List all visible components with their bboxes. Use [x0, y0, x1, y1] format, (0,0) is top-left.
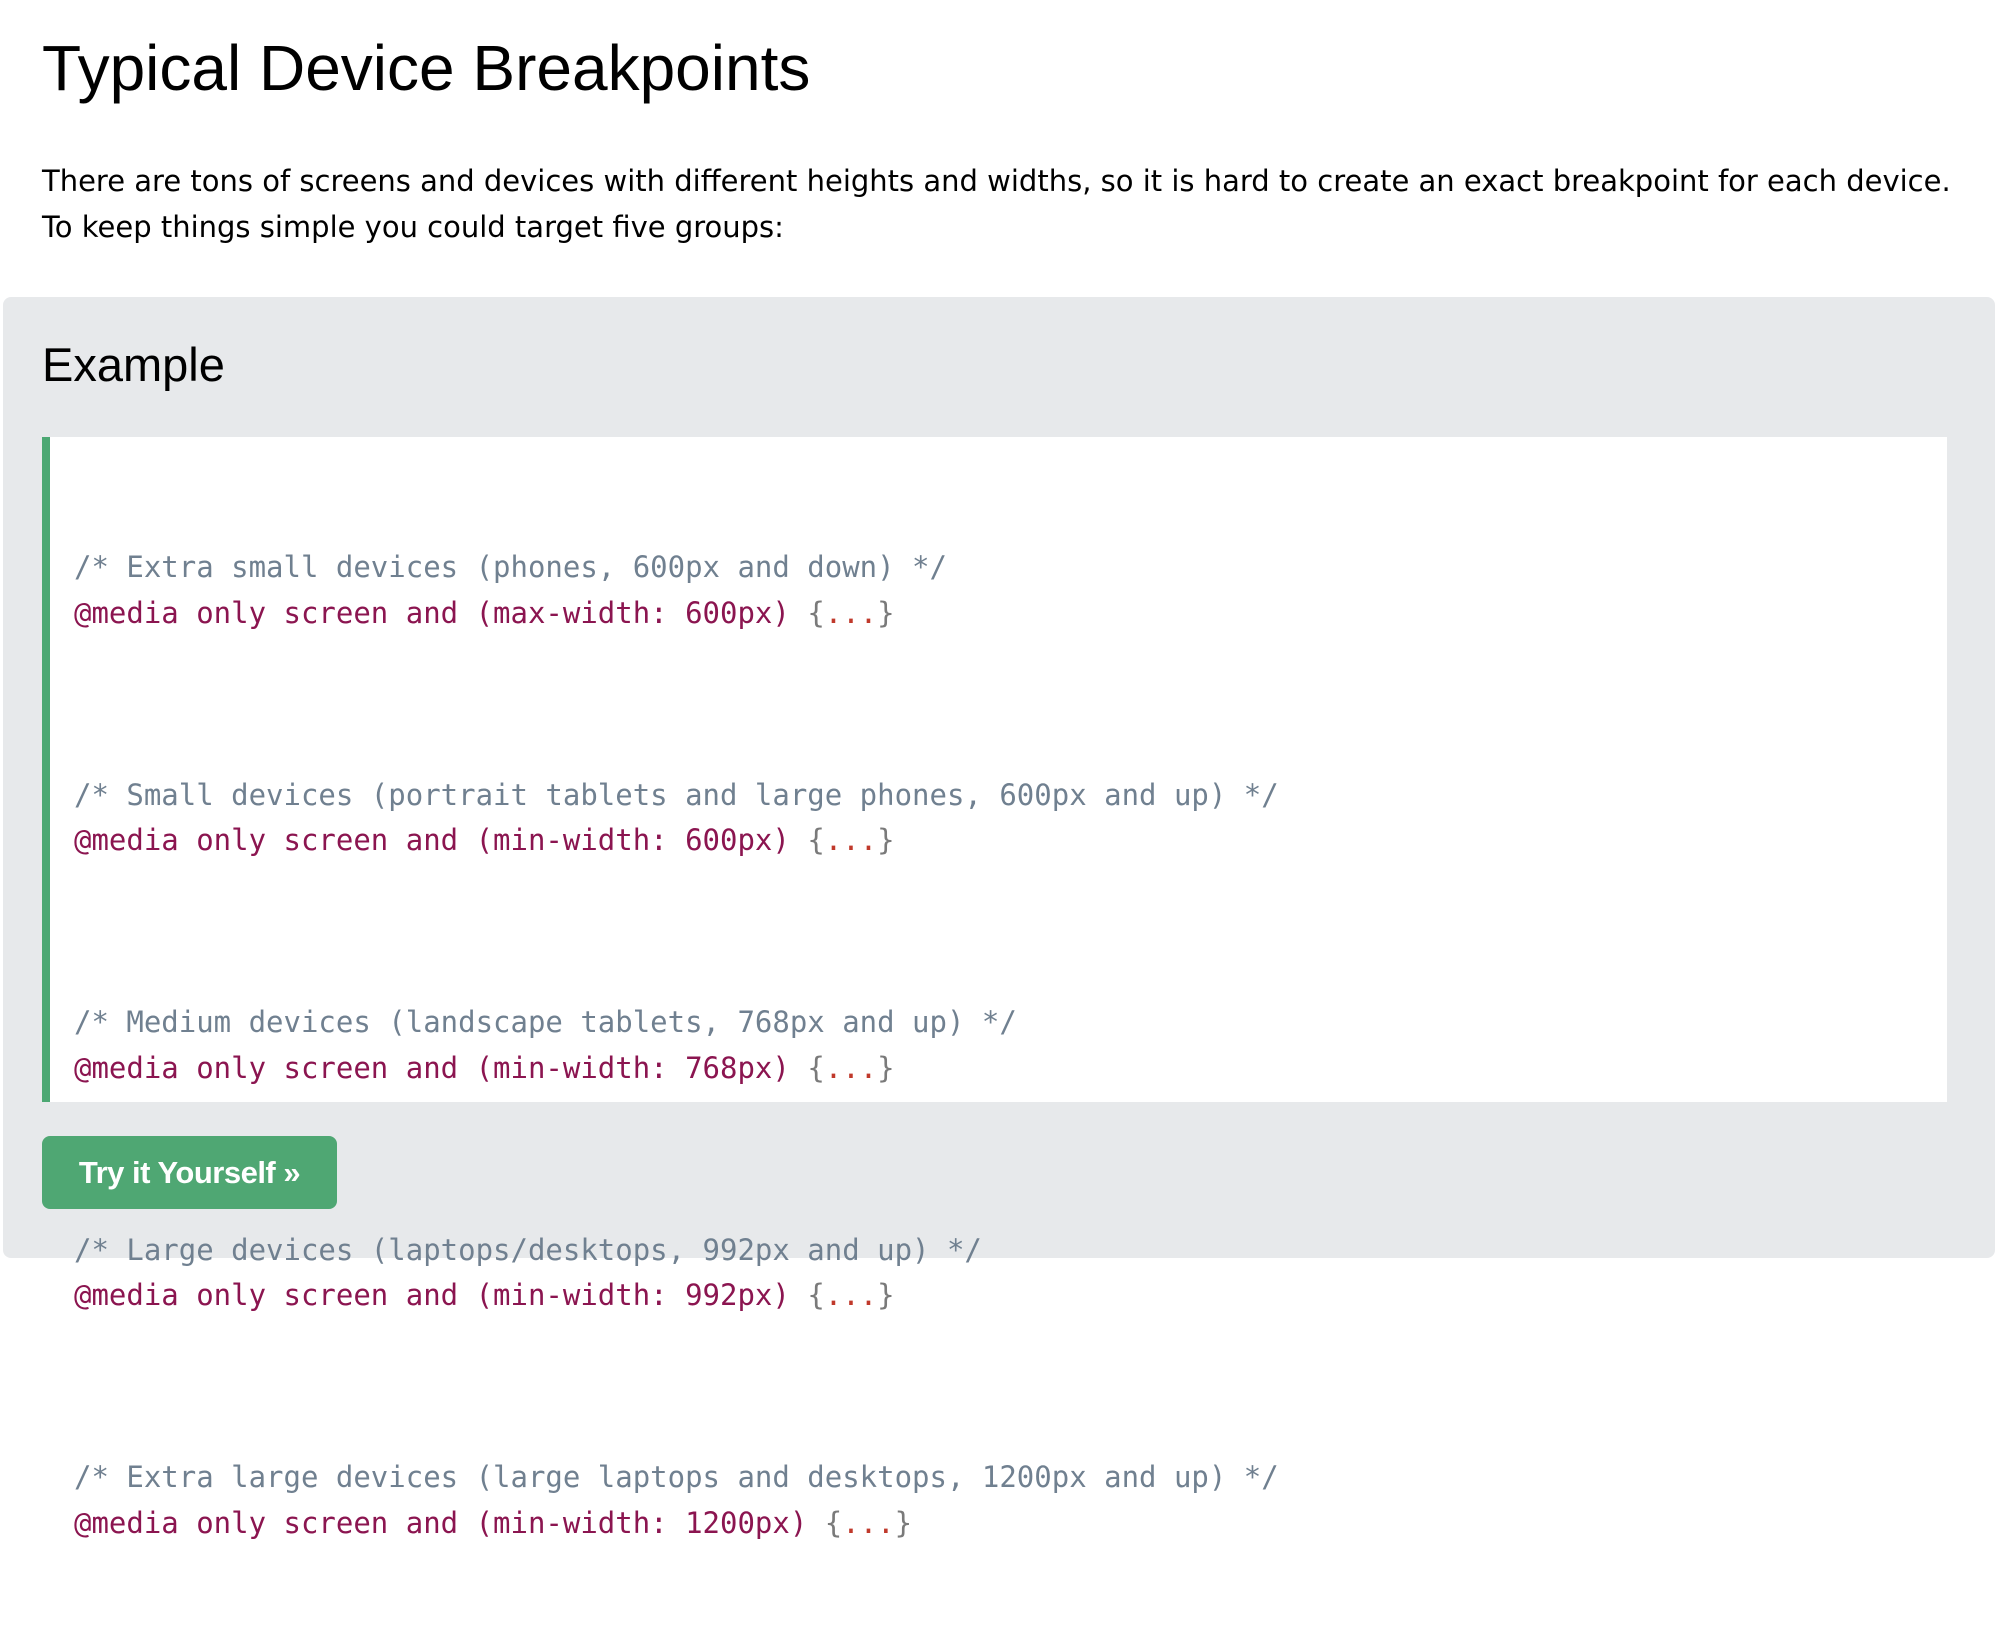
example-box: Example /* Extra small devices (phones, … [3, 297, 1995, 1540]
media-query: @media only screen and (max-width: 600px… [74, 595, 808, 630]
close-brace: } [877, 1278, 895, 1312]
ellipsis: ... [824, 595, 878, 630]
code-comment: /* Medium devices (landscape tablets, 76… [74, 1005, 1017, 1039]
open-brace: { [807, 595, 825, 630]
code-comment: /* Small devices (portrait tablets and l… [74, 777, 1279, 812]
code-comment: /* Extra small devices (phones, 600px an… [74, 550, 947, 584]
code-rule: @media only screen and (min-width: 1200p… [74, 1501, 1947, 1547]
media-query: @media only screen and (min-width: 768px… [74, 1050, 808, 1085]
code-group: /* Large devices (laptops/desktops, 992p… [74, 1228, 1947, 1319]
close-brace: } [877, 595, 895, 630]
ellipsis: ... [824, 823, 878, 857]
open-brace: { [807, 1050, 825, 1085]
open-brace: { [807, 1278, 825, 1312]
open-brace: { [807, 823, 825, 857]
code-group: /* Medium devices (landscape tablets, 76… [74, 1000, 1947, 1091]
code-rule: @media only screen and (min-width: 768px… [74, 1046, 1947, 1092]
code-rule: @media only screen and (min-width: 600px… [74, 818, 1947, 864]
code-comment: /* Large devices (laptops/desktops, 992p… [74, 1232, 982, 1267]
close-brace: } [877, 823, 895, 857]
code-rule: @media only screen and (max-width: 600px… [74, 591, 1947, 637]
ellipsis: ... [824, 1050, 878, 1085]
media-query: @media only screen and (min-width: 992px… [74, 1278, 808, 1312]
media-query: @media only screen and (min-width: 1200p… [74, 1505, 825, 1540]
open-brace: { [824, 1505, 843, 1540]
intro-paragraph: There are tons of screens and devices wi… [42, 164, 1951, 244]
ellipsis: ... [842, 1505, 895, 1540]
code-group: /* Extra large devices (large laptops an… [74, 1455, 1947, 1546]
ellipsis: ... [824, 1278, 878, 1312]
code-block: /* Extra small devices (phones, 600px an… [42, 437, 1947, 1540]
close-brace: } [894, 1505, 913, 1540]
close-brace: } [877, 1050, 895, 1085]
example-title: Example [42, 338, 225, 391]
code-comment: /* Extra large devices (large laptops an… [74, 1460, 1279, 1494]
try-it-yourself-button[interactable]: Try it Yourself » [42, 1136, 337, 1209]
code-group: /* Extra small devices (phones, 600px an… [74, 545, 1947, 636]
code-group: /* Small devices (portrait tablets and l… [74, 773, 1947, 864]
media-query: @media only screen and (min-width: 600px… [74, 823, 808, 857]
page-title: Typical Device Breakpoints [42, 32, 811, 104]
